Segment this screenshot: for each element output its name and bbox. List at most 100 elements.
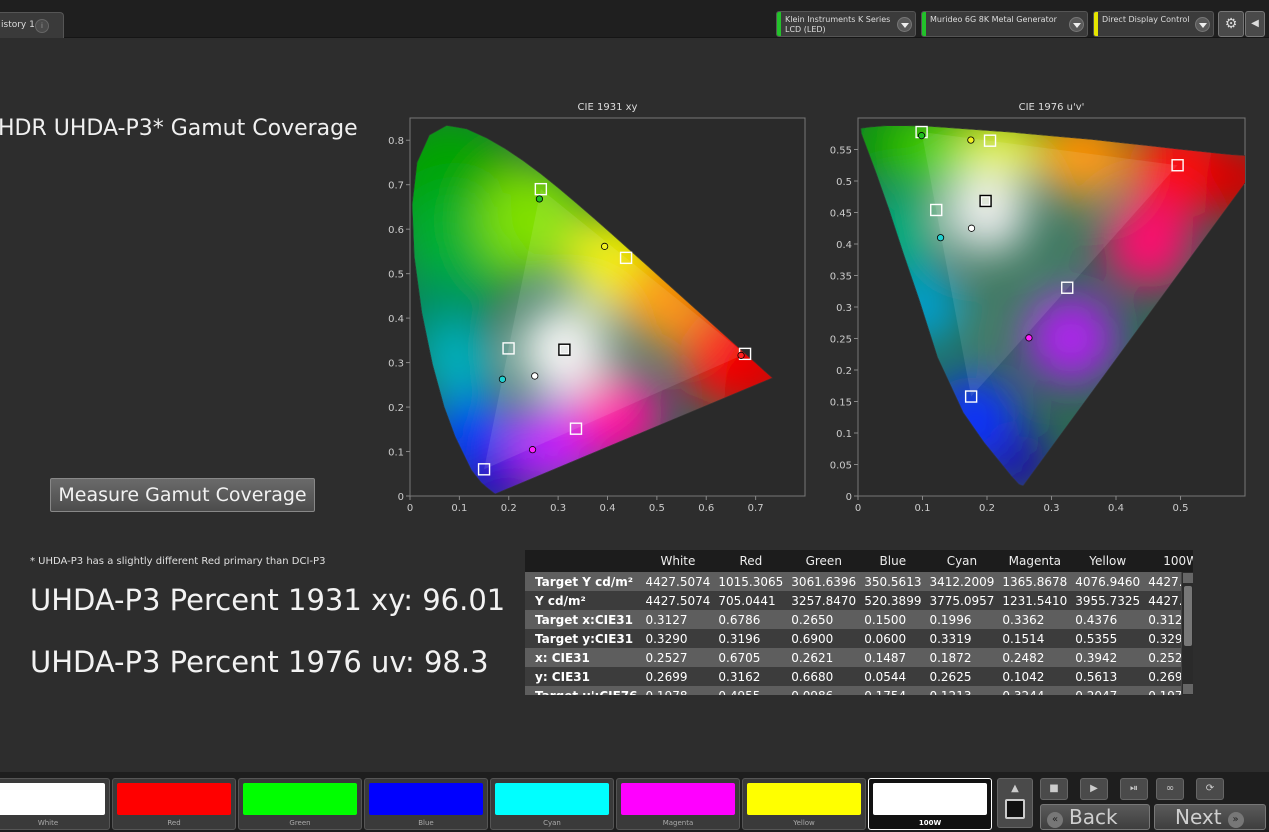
- patch-cyan[interactable]: Cyan: [490, 778, 614, 830]
- measured-green: [535, 195, 544, 203]
- table-cell: 0.3244: [998, 686, 1072, 695]
- loop-button[interactable]: ∞: [1156, 778, 1184, 800]
- y-tick-label: 0.05: [830, 461, 852, 472]
- table-scrollbar[interactable]: [1181, 572, 1193, 695]
- chevron-down-icon[interactable]: [1069, 17, 1084, 32]
- tab-history[interactable]: istory 1 i: [0, 12, 64, 38]
- patch-swatch: [747, 783, 861, 815]
- x-tick-label: 0.5: [1173, 503, 1189, 514]
- patch-swatch: [0, 783, 105, 815]
- table-cell: 0.0544: [860, 667, 926, 686]
- step-button[interactable]: ⏯: [1120, 778, 1148, 800]
- y-tick-label: 0.45: [830, 209, 852, 220]
- measurement-table: White Red Green Blue Cyan Magenta Yellow 100W Ta…: [525, 550, 1193, 695]
- chevron-down-icon[interactable]: [1195, 17, 1210, 32]
- y-tick-label: 0.5: [836, 177, 852, 188]
- patch-red[interactable]: Red: [112, 778, 236, 830]
- table-cell: 0.4955: [714, 686, 788, 695]
- y-tick-label: 0.2: [836, 366, 852, 377]
- percent-1976: UHDA-P3 Percent 1976 uv: 98.3: [30, 645, 489, 679]
- top-bar: istory 1 i Klein Instruments K Series LC…: [0, 0, 1269, 38]
- y-tick-label: 0.55: [830, 146, 852, 157]
- y-tick-label: 0: [398, 492, 404, 503]
- stop-button[interactable]: ■: [1040, 778, 1068, 800]
- page-title: HDR UHDA-P3* Gamut Coverage: [0, 116, 358, 141]
- row-header: Target u':CIE76: [525, 686, 642, 695]
- patch-magenta[interactable]: Magenta: [616, 778, 740, 830]
- table-row: Target Y cd/m² 4427.5074 1015.3065 3061.639…: [525, 572, 1193, 591]
- status-indicator: [922, 12, 926, 36]
- play-button[interactable]: ▶: [1080, 778, 1108, 800]
- cie1931-chart: 0 0.1 0.2 0.3 0.4 0.5 0.6 0.7 0 0.1 0.2 0.3 0.4 0.5 0.…: [388, 117, 806, 514]
- patch-100w[interactable]: 100W: [868, 778, 992, 830]
- table-cell: 0.6786: [714, 610, 788, 629]
- x-tick-label: 0.4: [600, 503, 616, 514]
- next-button[interactable]: Next »: [1154, 804, 1266, 830]
- settings-button[interactable]: ⚙: [1218, 11, 1244, 37]
- table-row: y: CIE31 0.2699 0.3162 0.6680 0.0544 0.2625 0.…: [525, 667, 1193, 686]
- tab-info-icon[interactable]: i: [35, 19, 49, 33]
- patch-blue[interactable]: Blue: [364, 778, 488, 830]
- scroll-down-icon[interactable]: [1183, 684, 1193, 694]
- percent-1931: UHDA-P3 Percent 1931 xy: 96.01: [30, 583, 506, 617]
- table-cell: 0.5355: [1071, 629, 1145, 648]
- chevron-down-icon[interactable]: [897, 17, 912, 32]
- table-cell: 1365.8678: [998, 572, 1072, 591]
- chart-title-1976: CIE 1976 u'v': [1018, 102, 1085, 113]
- table-cell: 0.1213: [925, 686, 999, 695]
- table-cell: 0.1872: [925, 648, 999, 667]
- measured-yellow: [967, 136, 975, 144]
- display-control-selector[interactable]: Direct Display Control: [1093, 11, 1214, 37]
- row-header: y: CIE31: [525, 667, 642, 686]
- patch-yellow[interactable]: Yellow: [742, 778, 866, 830]
- patch-swatch: [369, 783, 483, 815]
- table-cell: 0.1514: [998, 629, 1072, 648]
- double-chevron-right-icon: »: [1227, 812, 1244, 828]
- column-header: 100W: [1163, 554, 1193, 568]
- table-row: Y cd/m² 4427.5074 705.0441 3257.8470 520.389…: [525, 591, 1193, 610]
- table-cell: 0.3362: [998, 610, 1072, 629]
- row-header: Target y:CIE31: [525, 629, 642, 648]
- sync-icon: ⟳: [1205, 783, 1215, 794]
- table-cell: 520.3899: [860, 591, 926, 610]
- stop-icon: ■: [1049, 783, 1059, 794]
- collapse-button[interactable]: ◀: [1245, 11, 1265, 37]
- sync-button[interactable]: ⟳: [1196, 778, 1224, 800]
- x-tick-label: 0: [855, 503, 861, 514]
- x-tick-label: 0.3: [550, 503, 566, 514]
- patch-swatch: [243, 783, 357, 815]
- meter-mode: LCD (LED): [785, 25, 826, 34]
- patch-green[interactable]: Green: [238, 778, 362, 830]
- column-header: [525, 550, 641, 572]
- table-cell: 705.0441: [714, 591, 788, 610]
- row-header: Target Y cd/m²: [525, 572, 642, 591]
- table-cell: 0.2699: [641, 667, 715, 686]
- column-header: White: [660, 554, 696, 568]
- table-row: Target x:CIE31 0.3127 0.6786 0.2650 0.1500 0.…: [525, 610, 1193, 629]
- table-cell: 0.1042: [998, 667, 1072, 686]
- generator-selector[interactable]: Murideo 6G 8K Metal Generator: [921, 11, 1088, 37]
- measured-yellow: [601, 242, 609, 250]
- x-tick-label: 0.1: [451, 503, 467, 514]
- table-cell: 0.2621: [787, 648, 861, 667]
- patch-label: Red: [167, 819, 181, 827]
- pattern-size-button[interactable]: ▲: [997, 778, 1033, 828]
- meter-selector[interactable]: Klein Instruments K Series LCD (LED): [776, 11, 916, 37]
- infinity-icon: ∞: [1165, 783, 1175, 794]
- measure-gamut-button[interactable]: Measure Gamut Coverage: [50, 478, 315, 512]
- scroll-up-icon[interactable]: [1183, 573, 1193, 583]
- y-tick-label: 0.2: [388, 403, 404, 414]
- table-cell: 3955.7325: [1071, 591, 1145, 610]
- patch-label: 100W: [918, 819, 942, 827]
- table-cell: 0.2482: [998, 648, 1072, 667]
- y-tick-label: 0.15: [830, 398, 852, 409]
- table-row: Target y:CIE31 0.3290 0.3196 0.6900 0.0600 0.…: [525, 629, 1193, 648]
- cie1976-chart: 0 0.1 0.2 0.3 0.4 0.5 0 0.05 0.1 0.15 0.2 0.25 0.3 0.…: [830, 117, 1246, 514]
- back-button[interactable]: « Back: [1040, 804, 1150, 830]
- table-row: Target u':CIE760.19780.49550.09860.17540…: [525, 686, 1193, 695]
- patch-white[interactable]: White: [0, 778, 110, 830]
- y-tick-label: 0.6: [388, 225, 404, 236]
- chevron-up-icon: ▲: [1011, 783, 1019, 794]
- scroll-thumb[interactable]: [1184, 586, 1192, 646]
- measured-white: [967, 224, 976, 232]
